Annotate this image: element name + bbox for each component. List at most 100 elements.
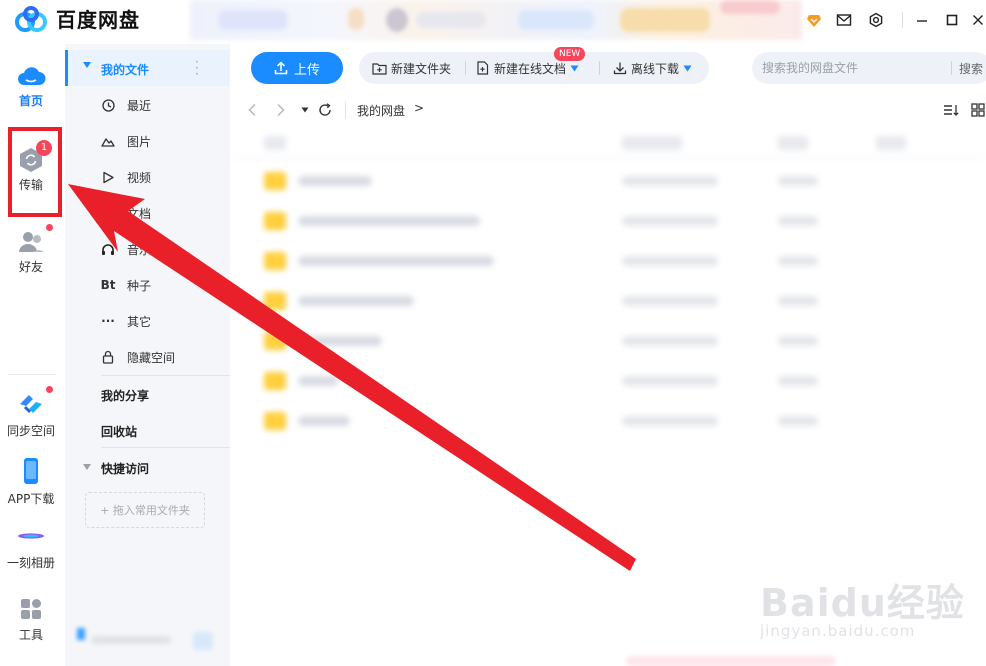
rail-item-sync[interactable]: 同步空间 [0, 386, 62, 439]
breadcrumb-root[interactable]: 我的网盘 [357, 102, 405, 119]
new-badge: NEW [554, 47, 586, 61]
new-folder-button[interactable]: 新建文件夹 [372, 52, 451, 84]
rail-label-home: 首页 [18, 94, 43, 108]
rail-label-friends: 好友 [18, 260, 43, 274]
sidebar-item-torrents[interactable]: Bt 种子 [65, 268, 230, 302]
file-list-header [230, 130, 986, 158]
promo-banner[interactable] [190, 0, 802, 40]
image-icon [101, 134, 115, 148]
sidebar-item-label: 音乐 [127, 242, 152, 257]
storage-bar[interactable] [77, 628, 217, 654]
watermark-url: jingyan.baidu.com [760, 622, 916, 640]
more-vertical-icon[interactable]: · · · [195, 56, 199, 80]
search-button[interactable]: 搜索 [959, 60, 983, 77]
rail-item-album[interactable]: 一刻相册 [0, 522, 62, 571]
refresh-icon[interactable] [316, 101, 334, 119]
cloud-icon [18, 67, 46, 85]
maximize-icon[interactable] [942, 10, 962, 30]
sidebar-item-hidden-space[interactable]: 隐藏空间 [65, 340, 230, 374]
new-online-doc-label: 新建在线文档 [494, 61, 567, 76]
sidebar-item-label: 种子 [127, 278, 152, 293]
history-dropdown-icon[interactable] [296, 101, 314, 119]
baidu-netdisk-window: 百度网盘 首页 1 传输 好友 同步空间 APP下载 一刻相册 工具 我的文件 … [0, 0, 986, 666]
grid-view-icon[interactable] [969, 101, 986, 119]
new-doc-icon [477, 61, 489, 75]
friends-icon [19, 232, 44, 252]
lock-icon [101, 350, 115, 364]
tools-grid-icon [21, 599, 41, 619]
settings-icon[interactable] [866, 10, 886, 30]
sidebar-item-recent[interactable]: 最近 [65, 88, 230, 122]
toolbar-divider [465, 61, 466, 75]
sidebar-item-label: 视频 [127, 170, 152, 185]
sync-space-icon [20, 395, 42, 413]
sidebar-item-music[interactable]: 音乐 [65, 232, 230, 266]
new-folder-icon [372, 62, 387, 75]
active-indicator [65, 50, 68, 86]
minimize-icon[interactable] [912, 10, 932, 30]
headphones-icon [101, 242, 115, 256]
file-row[interactable] [230, 284, 986, 320]
sidebar-divider [101, 447, 241, 448]
my-files-label: 我的文件 [101, 63, 150, 77]
rail-label-tools: 工具 [18, 628, 43, 642]
sidebar-item-documents[interactable]: 文档 [65, 196, 230, 230]
file-row[interactable] [230, 244, 986, 280]
title-bar: 百度网盘 [0, 0, 986, 40]
sidebar-item-label: 隐藏空间 [127, 350, 176, 365]
annotation-highlight-box [8, 127, 62, 217]
offline-download-button[interactable]: 离线下载 [613, 52, 692, 84]
rail-divider [8, 374, 56, 375]
close-icon[interactable] [968, 10, 986, 30]
rail-label-app-download: APP下载 [7, 492, 55, 506]
file-row[interactable] [230, 164, 986, 200]
back-icon[interactable] [243, 101, 261, 119]
vip-icon[interactable] [804, 10, 824, 30]
video-icon [101, 170, 115, 184]
rail-item-home[interactable]: 首页 [0, 64, 62, 109]
sync-notification-dot [46, 386, 53, 393]
sidebar-item-other[interactable]: ··· 其它 [65, 304, 230, 338]
app-title: 百度网盘 [56, 8, 140, 32]
dropdown-caret-icon [570, 65, 579, 71]
offline-download-label: 离线下载 [631, 61, 680, 76]
file-row[interactable] [230, 364, 986, 400]
rail-item-friends[interactable]: 好友 [0, 224, 62, 275]
upload-button[interactable]: 上传 [251, 52, 343, 84]
sidebar-item-my-share[interactable]: 我的分享 [101, 387, 149, 404]
sidebar-item-label: 文档 [127, 206, 152, 221]
sort-icon[interactable] [942, 101, 960, 119]
more-icon: ··· [101, 314, 115, 328]
bt-icon: Bt [100, 278, 116, 292]
drop-folder-zone[interactable]: + 拖入常用文件夹 [85, 492, 205, 528]
new-folder-label: 新建文件夹 [391, 61, 452, 76]
watermark-logo: Baidu经验 [760, 581, 965, 625]
caret-down-icon [83, 62, 91, 68]
caret-down-icon[interactable] [83, 464, 91, 470]
upload-icon [274, 61, 288, 75]
file-row[interactable] [230, 324, 986, 360]
rail-item-tools[interactable]: 工具 [0, 596, 62, 643]
sidebar-item-label: 其它 [127, 314, 152, 329]
sidebar-item-images[interactable]: 图片 [65, 124, 230, 158]
sidebar-item-recycle-bin[interactable]: 回收站 [101, 423, 137, 440]
toolbar-actions: 新建文件夹 新建在线文档 离线下载 [359, 52, 709, 84]
document-icon [101, 206, 115, 220]
sidebar-item-label: 最近 [127, 98, 152, 113]
watermark: Baidu经验 jingyan.baidu.com [760, 560, 980, 660]
file-row[interactable] [230, 404, 986, 440]
file-row[interactable] [230, 204, 986, 240]
download-icon [613, 62, 627, 75]
rail-item-app-download[interactable]: APP下载 [0, 456, 62, 507]
rail-label-album: 一刻相册 [6, 556, 55, 570]
clock-icon [101, 98, 115, 112]
sidebar-item-label: 图片 [127, 134, 152, 149]
quick-access-header[interactable]: 快捷访问 [101, 460, 149, 477]
forward-icon[interactable] [272, 101, 290, 119]
search-input[interactable] [762, 58, 948, 78]
sidebar-item-videos[interactable]: 视频 [65, 160, 230, 194]
phone-icon [24, 458, 38, 484]
sidebar-item-my-files[interactable]: 我的文件 · · · [65, 50, 230, 86]
mail-icon[interactable] [834, 10, 854, 30]
titlebar-divider [902, 12, 903, 28]
